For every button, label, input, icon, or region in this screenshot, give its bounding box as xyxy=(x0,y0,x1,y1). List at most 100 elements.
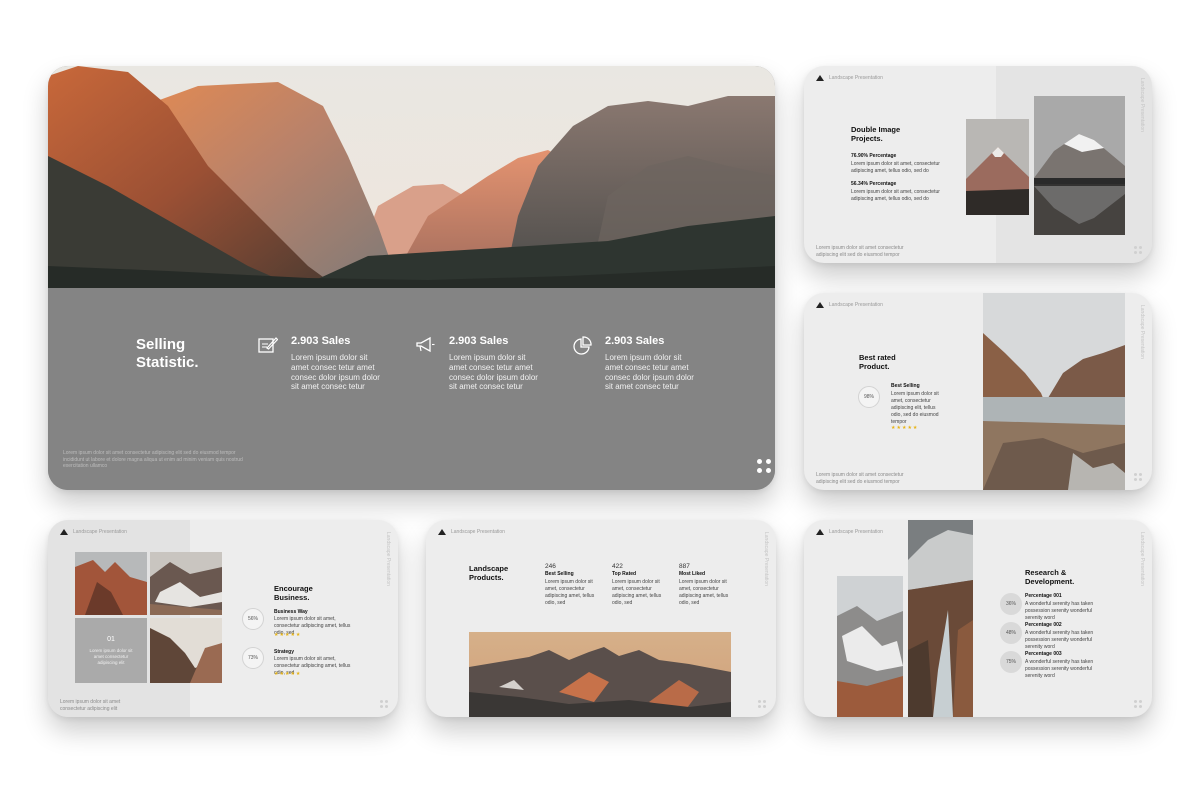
small-mountain-photo xyxy=(966,119,1029,215)
slide-header: Landscape Presentation xyxy=(816,529,883,535)
slide-landscape-products[interactable]: Landscape Presentation Landscape Present… xyxy=(426,520,776,717)
side-label: Landscape Presentation xyxy=(385,532,391,586)
item-2-text: Lorem ipsum dolor sit amet, consectetur … xyxy=(851,189,940,202)
item-1-label: Business Way xyxy=(274,609,308,615)
side-label: Landscape Presentation xyxy=(763,532,769,586)
grid-dots-icon xyxy=(1134,246,1142,254)
title-line-2: Products. xyxy=(469,573,504,582)
stat-1-label: Best Selling xyxy=(545,571,574,577)
item-3-text: A wonderful serenity has taken possessio… xyxy=(1025,659,1094,679)
item-3-label: Percentage 003 xyxy=(1025,651,1062,657)
tile-text: Lorem ipsum dolor sit amet consectetur a… xyxy=(89,648,133,665)
page-title: Selling Statistic. xyxy=(136,336,199,372)
stat-1-text: Lorem ipsum dolor sit amet, consectetur … xyxy=(545,579,595,606)
stat-1-value: 246 xyxy=(545,563,556,570)
slide-double-image-projects[interactable]: Landscape Presentation Landscape Present… xyxy=(804,66,1152,263)
mountain-lake-photo xyxy=(983,293,1125,490)
slide-best-rated-product[interactable]: Landscape Presentation Landscape Present… xyxy=(804,293,1152,490)
stat-3-text: Lorem ipsum dolor sit amet consec tetur … xyxy=(605,353,694,392)
header-label: Landscape Presentation xyxy=(829,75,883,81)
item-2-label: 56.34% Percentage xyxy=(851,181,897,187)
slide-encourage-business[interactable]: Landscape Presentation Landscape Present… xyxy=(48,520,398,717)
footer-text: Lorem ipsum dolor sit amet consectetur a… xyxy=(816,472,904,485)
title-line-1: Best rated xyxy=(859,353,896,362)
valley-cliffs-photo xyxy=(48,66,775,288)
title-line-2: Development. xyxy=(1025,577,1075,586)
header-label: Landscape Presentation xyxy=(73,529,127,535)
megaphone-icon xyxy=(415,336,435,354)
slide-header: Landscape Presentation xyxy=(438,529,505,535)
side-label: Landscape Presentation xyxy=(1139,78,1145,132)
item-1-label: 76.90% Percentage xyxy=(851,153,897,159)
footer-text: Lorem ipsum dolor sit amet consectetur a… xyxy=(60,699,121,712)
header-label: Landscape Presentation xyxy=(829,529,883,535)
title-line-1: Selling xyxy=(136,336,186,353)
snowy-ridge-photo xyxy=(837,576,903,717)
header-label: Landscape Presentation xyxy=(451,529,505,535)
slide-selling-statistic[interactable]: Selling Statistic. 2.903 Sales Lorem ips… xyxy=(48,66,775,490)
stat-2-value: 422 xyxy=(612,563,623,570)
stat-2-value: 2.903 Sales xyxy=(449,335,509,347)
item-2-label: Percentage 002 xyxy=(1025,622,1062,628)
stat-1-value: 2.903 Sales xyxy=(291,335,351,347)
logo-triangle-icon xyxy=(816,75,824,81)
pie-chart-icon xyxy=(572,336,592,356)
rating-stars-1: ★★★★★ xyxy=(274,632,302,638)
canyon-photo-2 xyxy=(150,618,222,683)
title-line-2: Projects. xyxy=(851,134,883,143)
stat-3-text: Lorem ipsum dolor sit amet, consectetur … xyxy=(679,579,729,606)
slide-title: Encourage Business. xyxy=(274,584,313,602)
rating-stars-2: ★★★★★ xyxy=(274,671,302,677)
title-line-1: Encourage xyxy=(274,584,313,593)
edit-icon xyxy=(258,336,279,354)
slide-header: Landscape Presentation xyxy=(60,529,127,535)
footer-text: Lorem ipsum dolor sit amet consectetur a… xyxy=(816,245,904,258)
side-label: Landscape Presentation xyxy=(1139,305,1145,359)
header-label: Landscape Presentation xyxy=(829,302,883,308)
percent-circle-1: 56% xyxy=(242,608,264,630)
item-1-label: Percentage 001 xyxy=(1025,593,1062,599)
mountain-range-photo xyxy=(469,632,731,717)
grid-dots-icon xyxy=(1134,473,1142,481)
percent-circle-2: 73% xyxy=(242,647,264,669)
grid-dots-icon xyxy=(757,459,771,473)
logo-triangle-icon xyxy=(816,302,824,308)
stat-1-text: Lorem ipsum dolor sit amet consec tetur … xyxy=(291,353,380,392)
grid-dots-icon xyxy=(380,700,388,708)
title-line-2: Statistic. xyxy=(136,354,199,371)
slide-header: Landscape Presentation xyxy=(816,302,883,308)
percent-circle-2: 48% xyxy=(1000,622,1022,644)
slide-research-development[interactable]: Landscape Presentation Landscape Present… xyxy=(804,520,1152,717)
stat-2-text: Lorem ipsum dolor sit amet, consectetur … xyxy=(612,579,662,606)
logo-triangle-icon xyxy=(60,529,68,535)
title-line-1: Landscape xyxy=(469,564,509,573)
footer-text: Lorem ipsum dolor sit amet consectetur a… xyxy=(63,450,243,469)
percent-circle-3: 75% xyxy=(1000,651,1022,673)
river-valley-photo xyxy=(908,520,973,717)
tile-number: 01 xyxy=(107,636,115,643)
item-1-text: Lorem ipsum dolor sit amet, consectetur … xyxy=(851,161,940,174)
slide-title: Research & Development. xyxy=(1025,568,1074,586)
stat-3-value: 2.903 Sales xyxy=(605,335,665,347)
lake-mountain-photo xyxy=(1034,96,1125,235)
title-line-2: Business. xyxy=(274,593,310,602)
title-line-2: Product. xyxy=(859,362,890,371)
title-line-1: Research & xyxy=(1025,568,1067,577)
percent-circle-1: 36% xyxy=(1000,593,1022,615)
stat-2-text: Lorem ipsum dolor sit amet consec tetur … xyxy=(449,353,538,392)
item-text: Lorem ipsum dolor sit amet, consectetur … xyxy=(891,391,939,425)
canyon-photo-1 xyxy=(75,552,147,615)
glacier-photo xyxy=(150,552,222,615)
slide-title: Double Image Projects. xyxy=(851,125,900,143)
slide-header: Landscape Presentation xyxy=(816,75,883,81)
stat-2-label: Top Rated xyxy=(612,571,637,577)
rating-stars: ★★★★★ xyxy=(891,425,919,431)
item-2-text: A wonderful serenity has taken possessio… xyxy=(1025,630,1094,650)
percent-circle: 98% xyxy=(858,386,880,408)
logo-triangle-icon xyxy=(438,529,446,535)
side-label: Landscape Presentation xyxy=(1139,532,1145,586)
stat-3-value: 887 xyxy=(679,563,690,570)
grid-dots-icon xyxy=(758,700,766,708)
grid-dots-icon xyxy=(1134,700,1142,708)
item-2-label: Strategy xyxy=(274,649,295,655)
